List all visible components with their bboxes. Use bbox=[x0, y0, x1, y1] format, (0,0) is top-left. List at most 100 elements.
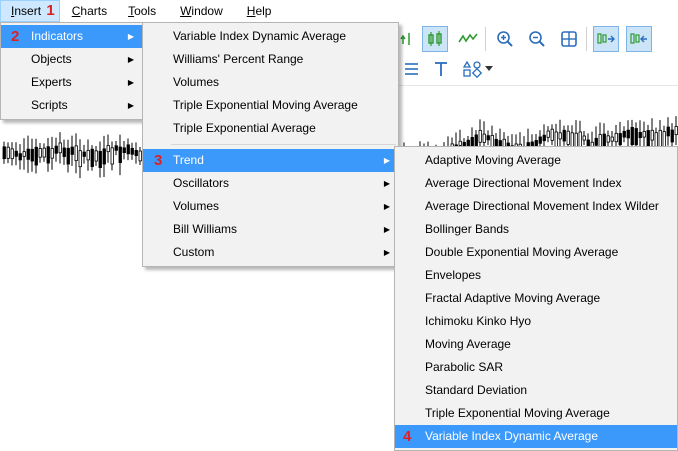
menu-item-experts[interactable]: Experts ▶ bbox=[1, 71, 142, 94]
recent-indicator-item[interactable]: Volumes bbox=[143, 71, 398, 94]
autoscroll-icon[interactable] bbox=[593, 26, 619, 52]
menu-item-volumes-label: Volumes bbox=[173, 199, 220, 213]
trend-indicator-item[interactable]: Average Directional Movement Index bbox=[395, 172, 677, 195]
trend-indicator-label: Moving Average bbox=[425, 337, 511, 351]
trend-indicator-item[interactable]: Triple Exponential Moving Average bbox=[395, 402, 677, 425]
submenu-arrow-icon: ▶ bbox=[127, 32, 134, 41]
menu-item-objects[interactable]: Objects ▶ bbox=[1, 48, 142, 71]
candlestick-icon[interactable] bbox=[422, 26, 448, 52]
candle bbox=[2, 141, 6, 164]
menu-item-oscillators[interactable]: Oscillators ▶ bbox=[143, 172, 398, 195]
candle bbox=[42, 143, 46, 162]
submenu-arrow-icon: ▶ bbox=[127, 101, 134, 110]
trend-indicator-label: Parabolic SAR bbox=[425, 360, 504, 374]
trend-indicator-item[interactable]: Average Directional Movement Index Wilde… bbox=[395, 195, 677, 218]
menu-item-trend[interactable]: 3 Trend ▶ bbox=[143, 149, 398, 172]
trend-indicator-item[interactable]: Ichimoku Kinko Hyo bbox=[395, 310, 677, 333]
submenu-arrow-icon: ▶ bbox=[383, 156, 390, 165]
menu-item-indicators[interactable]: 2 Indicators ▶ bbox=[1, 25, 142, 48]
trend-indicator-item[interactable]: Double Exponential Moving Average bbox=[395, 241, 677, 264]
candle bbox=[118, 134, 122, 176]
recent-indicator-label: Variable Index Dynamic Average bbox=[173, 29, 346, 43]
menu-item-volumes[interactable]: Volumes ▶ bbox=[143, 195, 398, 218]
candle bbox=[102, 135, 106, 177]
line-up-icon[interactable] bbox=[396, 26, 422, 52]
recent-indicator-item[interactable]: Williams' Percent Range bbox=[143, 48, 398, 71]
trend-indicator-item[interactable]: Fractal Adaptive Moving Average bbox=[395, 287, 677, 310]
menu-item-scripts[interactable]: Scripts ▶ bbox=[1, 94, 142, 117]
trend-indicator-label: Double Exponential Moving Average bbox=[425, 245, 619, 259]
candle bbox=[98, 141, 102, 178]
candle bbox=[34, 138, 38, 174]
trend-indicator-item[interactable]: Adaptive Moving Average bbox=[395, 149, 677, 172]
candle bbox=[562, 125, 566, 146]
submenu-arrow-icon: ▶ bbox=[383, 179, 390, 188]
menu-charts[interactable]: Charts bbox=[60, 0, 116, 22]
trend-indicator-label: Ichimoku Kinko Hyo bbox=[425, 314, 532, 328]
trend-indicator-label: Variable Index Dynamic Average bbox=[425, 429, 598, 443]
trend-indicator-item[interactable]: Parabolic SAR bbox=[395, 356, 677, 379]
menu-insert-label: Insert bbox=[11, 4, 42, 18]
candle bbox=[626, 120, 630, 148]
menu-window[interactable]: Window bbox=[168, 0, 235, 22]
menu-item-objects-label: Objects bbox=[31, 52, 72, 66]
menu-item-bill-williams[interactable]: Bill Williams ▶ bbox=[143, 218, 398, 241]
candle bbox=[70, 135, 74, 166]
step-badge-4: 4 bbox=[403, 428, 412, 445]
chart-shift-icon[interactable] bbox=[626, 26, 652, 52]
candle bbox=[78, 139, 82, 179]
submenu-arrow-icon: ▶ bbox=[127, 78, 134, 87]
trend-indicator-label: Triple Exponential Moving Average bbox=[425, 406, 610, 420]
menu-window-label: Window bbox=[180, 4, 223, 18]
candle bbox=[62, 139, 66, 165]
zoom-in-icon[interactable] bbox=[492, 26, 518, 52]
line-chart-icon[interactable] bbox=[455, 26, 481, 52]
trend-indicator-item[interactable]: Moving Average bbox=[395, 333, 677, 356]
candle bbox=[666, 117, 670, 146]
menu-tools[interactable]: Tools bbox=[116, 0, 168, 22]
menu-item-scripts-label: Scripts bbox=[31, 98, 68, 112]
recent-indicator-item[interactable]: Variable Index Dynamic Average bbox=[143, 25, 398, 48]
trend-indicator-label: Standard Deviation bbox=[425, 383, 528, 397]
step-badge-2: 2 bbox=[11, 28, 20, 45]
candle bbox=[54, 137, 58, 162]
candle bbox=[582, 131, 586, 146]
candle bbox=[486, 130, 490, 146]
trend-indicator-item[interactable]: Bollinger Bands bbox=[395, 218, 677, 241]
text-icon[interactable] bbox=[428, 56, 454, 82]
candle bbox=[610, 131, 614, 148]
menu-help[interactable]: Help bbox=[235, 0, 280, 22]
menu-item-trend-label: Trend bbox=[173, 153, 204, 167]
recent-indicator-item[interactable]: Triple Exponential Moving Average bbox=[143, 94, 398, 117]
menu-item-oscillators-label: Oscillators bbox=[173, 176, 230, 190]
submenu-arrow-icon: ▶ bbox=[383, 248, 390, 257]
candle bbox=[58, 132, 62, 164]
trend-indicator-label: Envelopes bbox=[425, 268, 482, 282]
candle bbox=[30, 138, 34, 172]
menu-insert[interactable]: Insert 1 bbox=[0, 0, 60, 22]
trend-indicator-item[interactable]: Envelopes bbox=[395, 264, 677, 287]
menu-item-experts-label: Experts bbox=[31, 75, 72, 89]
menu-item-custom[interactable]: Custom ▶ bbox=[143, 241, 398, 264]
hline-icon[interactable] bbox=[396, 56, 422, 82]
dropdown-icon[interactable] bbox=[482, 56, 496, 82]
recent-indicator-label: Triple Exponential Average bbox=[173, 121, 316, 135]
candle bbox=[14, 142, 18, 166]
submenu-arrow-icon: ▶ bbox=[383, 225, 390, 234]
menu-bar: Insert 1 Charts Tools Window Help bbox=[0, 0, 678, 22]
recent-indicator-label: Triple Exponential Moving Average bbox=[173, 98, 358, 112]
candle bbox=[674, 116, 678, 146]
candle bbox=[22, 138, 26, 170]
menu-help-label: Help bbox=[246, 4, 272, 18]
candle bbox=[82, 144, 86, 164]
zoom-out-icon[interactable] bbox=[524, 26, 550, 52]
candle bbox=[642, 121, 646, 147]
recent-indicator-item[interactable]: Triple Exponential Average bbox=[143, 117, 398, 140]
trend-indicator-item[interactable]: Standard Deviation bbox=[395, 379, 677, 402]
submenu-arrow-icon: ▶ bbox=[127, 55, 134, 64]
trend-indicator-item[interactable]: 4 Variable Index Dynamic Average bbox=[395, 425, 677, 448]
candle bbox=[550, 124, 554, 146]
grid-icon[interactable] bbox=[556, 26, 582, 52]
menu-item-bill-williams-label: Bill Williams bbox=[173, 222, 237, 236]
candle bbox=[110, 141, 114, 171]
